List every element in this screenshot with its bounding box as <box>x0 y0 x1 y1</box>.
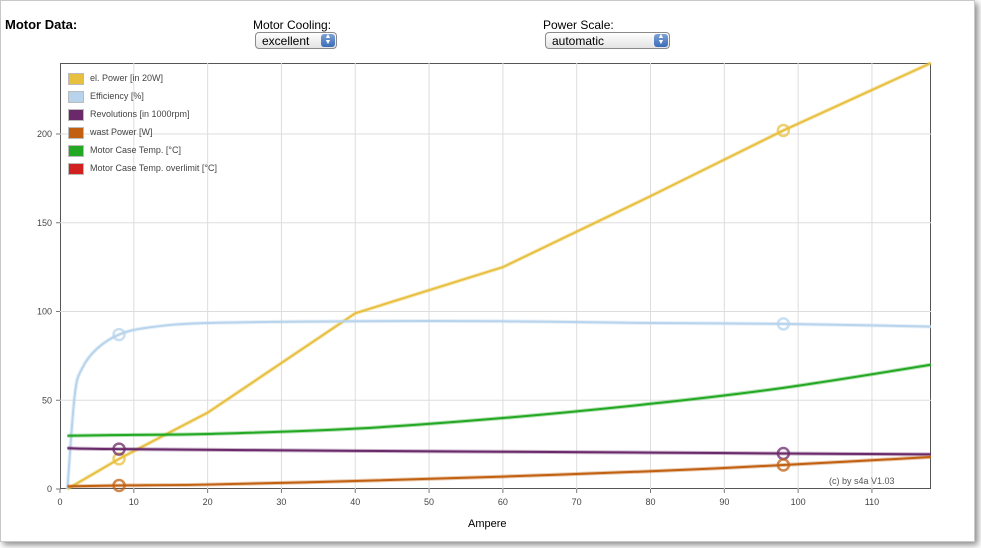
y-tick-label: 150 <box>37 218 52 228</box>
legend-label-overlimit: Motor Case Temp. overlimit [°C] <box>90 163 217 173</box>
legend-swatch-case_temp <box>68 145 84 157</box>
legend-swatch-overlimit <box>68 163 84 175</box>
legend-label-revolutions: Revolutions [in 1000rpm] <box>90 109 190 119</box>
legend-swatch-power <box>68 73 84 85</box>
x-tick-label: 0 <box>57 497 62 507</box>
legend-swatch-waste <box>68 127 84 139</box>
legend-label-waste: wast Power [W] <box>90 127 153 137</box>
x-tick-label: 30 <box>276 497 286 507</box>
x-tick-label: 60 <box>498 497 508 507</box>
x-tick-label: 50 <box>424 497 434 507</box>
legend-label-efficiency: Efficiency [%] <box>90 91 144 101</box>
y-tick-label: 100 <box>37 307 52 317</box>
series-waste-line <box>67 456 932 488</box>
x-tick-label: 110 <box>865 497 879 507</box>
x-tick-label: 20 <box>203 497 213 507</box>
y-tick-label: 200 <box>37 129 52 139</box>
y-tick-label: 50 <box>42 395 52 405</box>
legend-swatch-revolutions <box>68 109 84 121</box>
x-tick-label: 70 <box>572 497 582 507</box>
series-power-line <box>66 62 932 490</box>
y-tick-label: 0 <box>47 484 52 494</box>
credit-text: (c) by s4a V1.03 <box>829 476 895 486</box>
x-tick-label: 10 <box>129 497 139 507</box>
x-axis-label: Ampere <box>468 518 507 530</box>
x-tick-label: 80 <box>646 497 656 507</box>
series-power-glow <box>66 61 932 491</box>
x-tick-label: 100 <box>791 497 806 507</box>
legend-label-power: el. Power [in 20W] <box>90 73 164 83</box>
legend-label-case_temp: Motor Case Temp. [°C] <box>90 145 181 155</box>
x-tick-label: 90 <box>719 497 729 507</box>
series-waste-glow <box>67 455 932 489</box>
x-tick-label: 40 <box>350 497 360 507</box>
legend-swatch-efficiency <box>68 91 84 103</box>
